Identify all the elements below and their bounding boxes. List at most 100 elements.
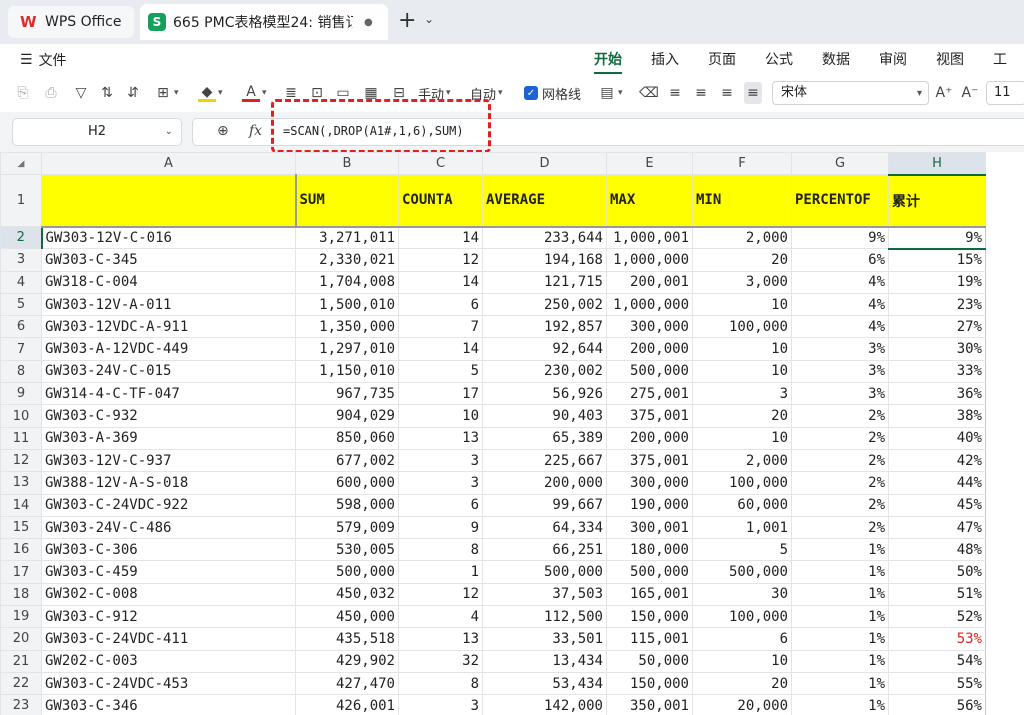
cell[interactable]: 20,000 <box>692 694 792 715</box>
increase-font-size-icon[interactable]: A⁺ <box>935 82 953 104</box>
row-header[interactable]: 19 <box>0 605 42 629</box>
cell[interactable]: GW303-C-24VDC-453 <box>41 671 296 696</box>
cell[interactable]: GW314-4-C-TF-047 <box>41 382 296 406</box>
cell[interactable]: 1% <box>791 649 889 673</box>
cell[interactable]: 904,029 <box>295 404 399 428</box>
cell[interactable]: 9 <box>398 515 483 540</box>
row-header[interactable]: 12 <box>0 448 42 473</box>
cell[interactable]: 10 <box>692 649 792 673</box>
cell[interactable]: 1% <box>791 627 889 651</box>
row-header[interactable]: 14 <box>0 493 42 517</box>
cell[interactable]: 1% <box>791 671 889 696</box>
cell[interactable]: GW303-C-306 <box>41 538 296 562</box>
cell[interactable]: 427,470 <box>295 671 399 696</box>
cell[interactable]: 230,002 <box>482 359 607 384</box>
cell[interactable]: 42% <box>888 448 986 473</box>
cell[interactable]: 56% <box>888 694 986 715</box>
new-tab-plus-icon[interactable]: + <box>398 10 416 32</box>
cell[interactable]: 36% <box>888 382 986 406</box>
cell[interactable]: 14 <box>398 337 483 361</box>
cell[interactable]: 50,000 <box>606 649 693 673</box>
row-header[interactable]: 23 <box>0 694 42 715</box>
cell[interactable]: 51% <box>888 582 986 607</box>
cell[interactable]: 1,000,000 <box>606 248 693 272</box>
justify-icon[interactable]: ≡ <box>744 82 762 104</box>
cell[interactable]: 累计 <box>888 174 986 228</box>
cell[interactable]: GW202-C-003 <box>41 649 296 673</box>
cell[interactable]: GW303-C-345 <box>41 248 296 272</box>
conditional-format-icon[interactable]: ▦ <box>362 82 380 104</box>
cell[interactable]: 50% <box>888 560 986 584</box>
row-header[interactable]: 3 <box>0 248 42 272</box>
cell[interactable]: 53% <box>888 627 986 651</box>
cell[interactable]: 20 <box>692 248 792 272</box>
cell[interactable]: 13,434 <box>482 649 607 673</box>
cell[interactable]: 100,000 <box>692 471 792 495</box>
cell[interactable]: 4% <box>791 270 889 294</box>
cell[interactable]: GW303-C-932 <box>41 404 296 428</box>
cell[interactable]: GW303-12V-A-011 <box>41 292 296 317</box>
cell[interactable]: 100,000 <box>692 315 792 339</box>
cell[interactable]: 375,001 <box>606 448 693 473</box>
cell[interactable]: 200,000 <box>482 471 607 495</box>
cell[interactable]: 850,060 <box>295 426 399 450</box>
cell[interactable]: 60,000 <box>692 493 792 517</box>
cell[interactable]: 8 <box>398 538 483 562</box>
wrap-text-icon[interactable]: ≣ <box>282 82 300 104</box>
filter-icon[interactable]: ▽ <box>72 82 90 104</box>
ribbon-tab-view[interactable]: 视图 <box>936 49 964 74</box>
cell[interactable]: 225,667 <box>482 448 607 473</box>
cell[interactable]: 500,000 <box>692 560 792 584</box>
copy-format-icon[interactable]: ⎙ <box>42 82 60 104</box>
cell[interactable]: 3 <box>398 694 483 715</box>
cell[interactable]: 1% <box>791 538 889 562</box>
cell[interactable]: 14 <box>398 225 483 250</box>
align-left-icon[interactable]: ≡ <box>666 82 684 104</box>
row-header[interactable]: 17 <box>0 560 42 584</box>
cell[interactable]: 3,271,011 <box>295 225 399 250</box>
cell[interactable]: 2% <box>791 404 889 428</box>
cell[interactable]: 435,518 <box>295 627 399 651</box>
cell[interactable]: 3,000 <box>692 270 792 294</box>
row-header[interactable]: 5 <box>0 292 42 317</box>
cell[interactable]: 14 <box>398 270 483 294</box>
paste-special-icon[interactable]: ⎘ <box>14 82 32 104</box>
column-header-c[interactable]: C <box>398 152 483 175</box>
cell[interactable]: 450,032 <box>295 582 399 607</box>
name-box[interactable]: H2 ⌄ <box>12 118 182 146</box>
row-header[interactable]: 15 <box>0 515 42 540</box>
cell[interactable]: 48% <box>888 538 986 562</box>
auto-calc-button[interactable]: 自动 ▾ <box>470 82 503 104</box>
cell[interactable]: GW303-12V-C-937 <box>41 448 296 473</box>
cell[interactable]: 1,704,008 <box>295 270 399 294</box>
column-header-f[interactable]: F <box>692 152 792 175</box>
row-header[interactable]: 9 <box>0 382 42 406</box>
cell[interactable]: 1,350,000 <box>295 315 399 339</box>
cell[interactable]: 579,009 <box>295 515 399 540</box>
cell[interactable]: 20 <box>692 404 792 428</box>
cell[interactable]: 3 <box>398 471 483 495</box>
cell[interactable]: 15% <box>888 248 986 272</box>
cell[interactable]: 100,000 <box>692 605 792 629</box>
cell[interactable]: 150,000 <box>606 605 693 629</box>
row-header[interactable]: 1 <box>0 174 42 227</box>
tab-document[interactable]: S 665 PMC表格模型24: 销售订单分 ● <box>140 4 388 40</box>
row-header[interactable]: 20 <box>0 627 42 651</box>
cell[interactable]: 1% <box>791 560 889 584</box>
cell[interactable]: 121,715 <box>482 270 607 294</box>
cell[interactable]: 2,330,021 <box>295 248 399 272</box>
cell[interactable]: 194,168 <box>482 248 607 272</box>
row-header[interactable]: 11 <box>0 426 42 450</box>
cell[interactable]: 3% <box>791 382 889 406</box>
cell[interactable]: GW303-C-459 <box>41 560 296 584</box>
cell[interactable]: 142,000 <box>482 694 607 715</box>
cell[interactable]: 1,001 <box>692 515 792 540</box>
unsaved-dot-icon[interactable]: ● <box>364 17 373 28</box>
cell[interactable]: 1% <box>791 694 889 715</box>
cell[interactable]: 967,735 <box>295 382 399 406</box>
cell[interactable]: 250,002 <box>482 292 607 317</box>
cell[interactable]: 2% <box>791 471 889 495</box>
cell[interactable]: 37,503 <box>482 582 607 607</box>
cell[interactable]: 6 <box>398 493 483 517</box>
row-header[interactable]: 18 <box>0 582 42 607</box>
